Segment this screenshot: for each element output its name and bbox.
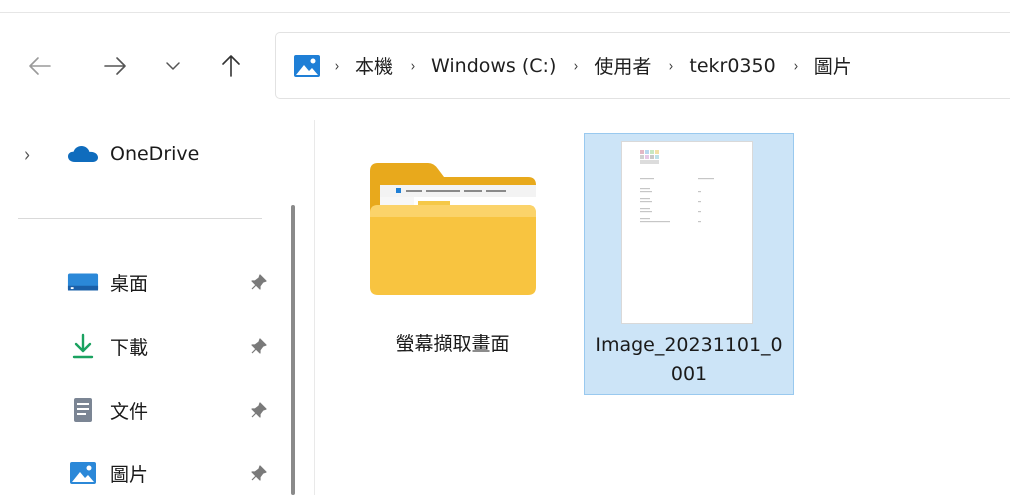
sidebar-item-pictures[interactable]: 圖片: [0, 447, 282, 495]
pin-icon[interactable]: [248, 399, 270, 421]
breadcrumb-pictures[interactable]: 圖片: [814, 52, 852, 79]
arrow-up-icon: [222, 55, 240, 77]
desktop-icon: [67, 270, 99, 294]
sidebar-item-label: 文件: [110, 400, 149, 423]
address-bar[interactable]: › 本機 › Windows (C:) › 使用者 › tekr0350 › 圖…: [275, 32, 1010, 99]
file-name-label: Image_20231101_0001: [595, 334, 783, 385]
sidebar-item-label: OneDrive: [110, 143, 200, 165]
folder-icon: [370, 163, 536, 295]
breadcrumb-users[interactable]: 使用者: [594, 52, 651, 79]
sidebar-item-label: 圖片: [110, 463, 149, 486]
arrow-right-icon: [104, 57, 126, 75]
arrow-left-icon: [29, 57, 51, 75]
sidebar-scrollbar[interactable]: [282, 120, 298, 495]
breadcrumb-separator: ›: [793, 56, 799, 75]
sidebar-item-desktop[interactable]: 桌面: [0, 256, 282, 308]
pictures-folder-icon: [294, 54, 320, 77]
pin-icon[interactable]: [248, 271, 270, 293]
breadcrumb-separator: ›: [410, 56, 416, 75]
document-icon: [67, 398, 99, 422]
cloud-icon: [67, 142, 99, 166]
pictures-icon: [67, 461, 99, 485]
image-file-item[interactable]: Image_20231101_0001: [584, 133, 794, 395]
back-button[interactable]: [25, 48, 55, 84]
pin-icon[interactable]: [248, 335, 270, 357]
recent-locations-button[interactable]: [158, 48, 188, 84]
image-thumbnail: [622, 142, 752, 323]
chevron-down-icon: [166, 62, 180, 70]
up-button[interactable]: [216, 48, 246, 84]
breadcrumb-separator: ›: [668, 56, 674, 75]
download-icon: [67, 333, 99, 359]
pane-divider[interactable]: [314, 120, 315, 495]
forward-button[interactable]: [100, 48, 130, 84]
sidebar-item-downloads[interactable]: 下載: [0, 320, 282, 372]
folder-item[interactable]: 螢幕擷取畫面: [350, 135, 555, 395]
sidebar-item-documents[interactable]: 文件: [0, 384, 282, 436]
sidebar-item-onedrive[interactable]: › OneDrive: [0, 128, 282, 180]
file-name-label: 螢幕擷取畫面: [395, 333, 510, 355]
breadcrumb-drive-c[interactable]: Windows (C:): [431, 55, 556, 77]
sidebar-divider: [18, 218, 262, 219]
sidebar-item-label: 下載: [110, 336, 149, 359]
pin-icon[interactable]: [248, 462, 270, 484]
navigation-pane: › OneDrive 桌面 下載 文件 圖片: [0, 120, 282, 495]
breadcrumb-this-pc[interactable]: 本機: [355, 52, 393, 79]
sidebar-scrollbar-thumb[interactable]: [291, 205, 295, 495]
expand-chevron-icon[interactable]: ›: [24, 142, 30, 167]
breadcrumb-separator: ›: [573, 56, 579, 75]
window-top-edge: [0, 0, 1010, 13]
breadcrumb-user-folder[interactable]: tekr0350: [689, 55, 775, 77]
breadcrumb-separator: ›: [334, 56, 340, 75]
sidebar-item-label: 桌面: [110, 272, 149, 295]
